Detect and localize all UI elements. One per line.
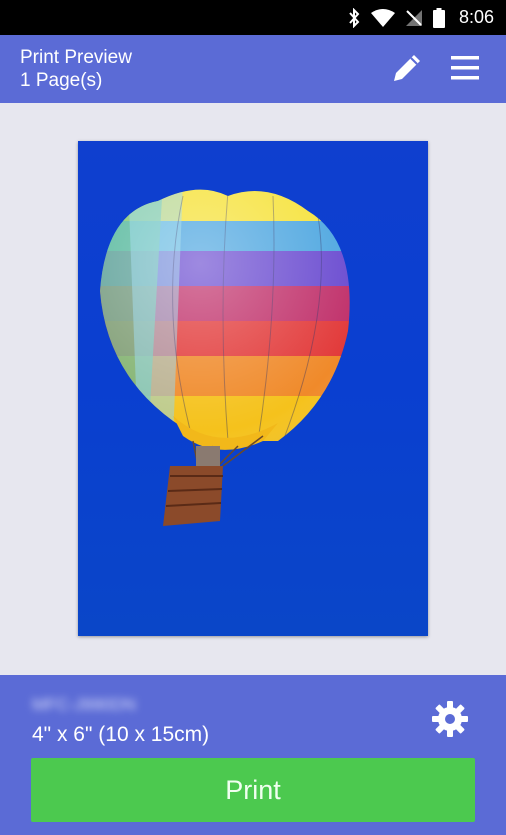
pencil-icon bbox=[390, 51, 424, 90]
status-bar: 8:06 bbox=[0, 0, 506, 35]
printer-name[interactable]: MFC-J990DN bbox=[32, 695, 136, 715]
preview-area[interactable] bbox=[0, 103, 506, 675]
menu-button[interactable] bbox=[444, 51, 486, 89]
no-signal-icon bbox=[405, 9, 423, 27]
hamburger-menu-icon bbox=[449, 54, 481, 87]
page-title: Print Preview bbox=[20, 47, 132, 68]
bluetooth-icon bbox=[347, 7, 361, 28]
edit-button[interactable] bbox=[388, 51, 426, 89]
page-preview[interactable] bbox=[78, 141, 428, 636]
settings-button[interactable] bbox=[428, 699, 472, 743]
print-settings-panel: MFC-J990DN 4" x 6" (10 x 15cm) Print bbox=[0, 675, 506, 835]
gear-icon bbox=[430, 699, 470, 744]
hot-air-balloon-image bbox=[100, 189, 350, 526]
app-bar: Print Preview 1 Page(s) bbox=[0, 35, 506, 103]
print-button[interactable]: Print bbox=[31, 758, 475, 822]
battery-icon bbox=[432, 7, 445, 28]
page-count: 1 Page(s) bbox=[20, 70, 103, 91]
paper-size[interactable]: 4" x 6" (10 x 15cm) bbox=[32, 723, 209, 747]
status-time: 8:06 bbox=[458, 7, 494, 27]
wifi-icon bbox=[370, 8, 395, 27]
